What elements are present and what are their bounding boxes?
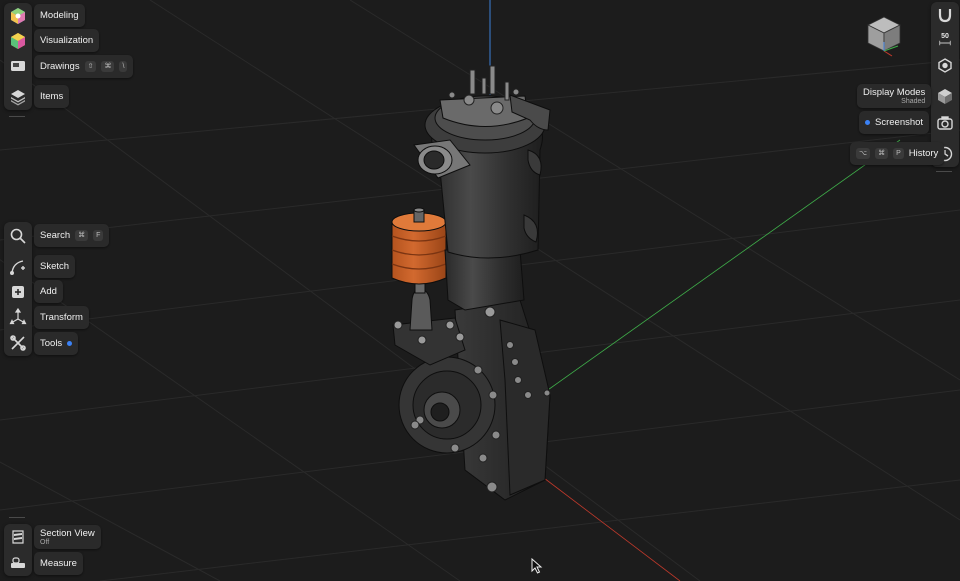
transform-icon — [9, 308, 27, 325]
section-view-label[interactable]: Section View Off — [34, 525, 101, 549]
modeling-label[interactable]: Modeling — [34, 4, 85, 27]
left-toolbar-mid — [4, 222, 32, 356]
orbit-button[interactable] — [931, 52, 959, 77]
drawings-icon — [11, 60, 25, 71]
snap-button[interactable] — [931, 2, 959, 27]
search-icon — [10, 228, 26, 244]
drawings-button[interactable] — [4, 53, 32, 78]
left-separator-bottom — [9, 517, 25, 518]
layers-icon — [11, 90, 25, 106]
display-mode-value: Shaded — [901, 98, 926, 105]
tools-label[interactable]: Tools — [34, 332, 79, 355]
shortcut-key: ⌥ — [856, 148, 871, 159]
search-label[interactable]: Search ⌘ F — [34, 224, 110, 247]
shortcut-key: ⇧ — [84, 61, 97, 72]
screenshot-button[interactable] — [931, 109, 959, 136]
modeling-button[interactable] — [4, 3, 32, 28]
zoom-level-button[interactable]: 50 — [931, 27, 959, 52]
camera-icon — [937, 115, 953, 130]
sketch-label[interactable]: Sketch — [34, 255, 76, 278]
zoom-value: 50 — [941, 33, 949, 40]
tools-icon — [10, 335, 26, 351]
modeling-cube-icon — [11, 7, 25, 24]
shortcut-key: \ — [119, 61, 128, 72]
measure-button[interactable] — [4, 550, 32, 576]
shaded-cube-icon — [938, 88, 952, 104]
items-label[interactable]: Items — [34, 85, 70, 108]
shortcut-key: P — [893, 148, 904, 159]
history-label[interactable]: ⌥ ⌘ P History — [850, 142, 945, 165]
add-button[interactable] — [4, 279, 32, 304]
left-toolbar-bottom — [4, 524, 32, 576]
sketch-icon — [10, 259, 25, 275]
visualization-button[interactable] — [4, 28, 32, 53]
screenshot-label[interactable]: Screenshot — [859, 111, 930, 134]
view-cube-icon[interactable] — [864, 14, 904, 58]
shortcut-key: ⌘ — [75, 230, 89, 241]
visualization-cube-icon — [11, 32, 25, 49]
drawings-label[interactable]: Drawings ⇧ ⌘ \ — [34, 55, 134, 78]
shortcut-key: ⌘ — [875, 148, 889, 159]
right-separator — [936, 171, 952, 172]
y-axis — [544, 139, 901, 393]
items-button[interactable] — [4, 84, 32, 110]
section-view-button[interactable] — [4, 524, 32, 550]
section-view-icon — [12, 530, 24, 544]
display-modes-label[interactable]: Display Modes Shaded — [857, 84, 932, 108]
add-icon — [12, 285, 24, 298]
measure-label[interactable]: Measure — [34, 552, 83, 575]
tools-button[interactable] — [4, 330, 32, 356]
x-axis — [539, 474, 681, 581]
shortcut-key: F — [93, 230, 104, 241]
display-modes-button[interactable] — [931, 82, 959, 109]
tools-badge — [67, 341, 73, 346]
visualization-label[interactable]: Visualization — [34, 29, 100, 52]
shortcut-key: ⌘ — [101, 61, 115, 72]
mouse-cursor-icon — [531, 558, 543, 574]
screenshot-badge — [865, 120, 870, 125]
zoom-mm-icon — [939, 40, 951, 46]
sketch-button[interactable] — [4, 254, 32, 279]
section-view-state: Off — [40, 539, 50, 546]
measure-icon — [11, 557, 25, 568]
transform-label[interactable]: Transform — [34, 306, 89, 329]
3d-viewport[interactable] — [0, 0, 960, 581]
orange-pulley[interactable] — [391, 207, 447, 285]
search-button[interactable] — [4, 222, 32, 250]
transform-button[interactable] — [4, 304, 32, 330]
engine-model[interactable] — [391, 65, 551, 501]
left-separator-top — [9, 116, 25, 117]
magnet-icon — [938, 8, 952, 22]
orbit-icon — [938, 57, 952, 73]
left-toolbar-top — [4, 3, 32, 110]
add-label[interactable]: Add — [34, 280, 63, 303]
